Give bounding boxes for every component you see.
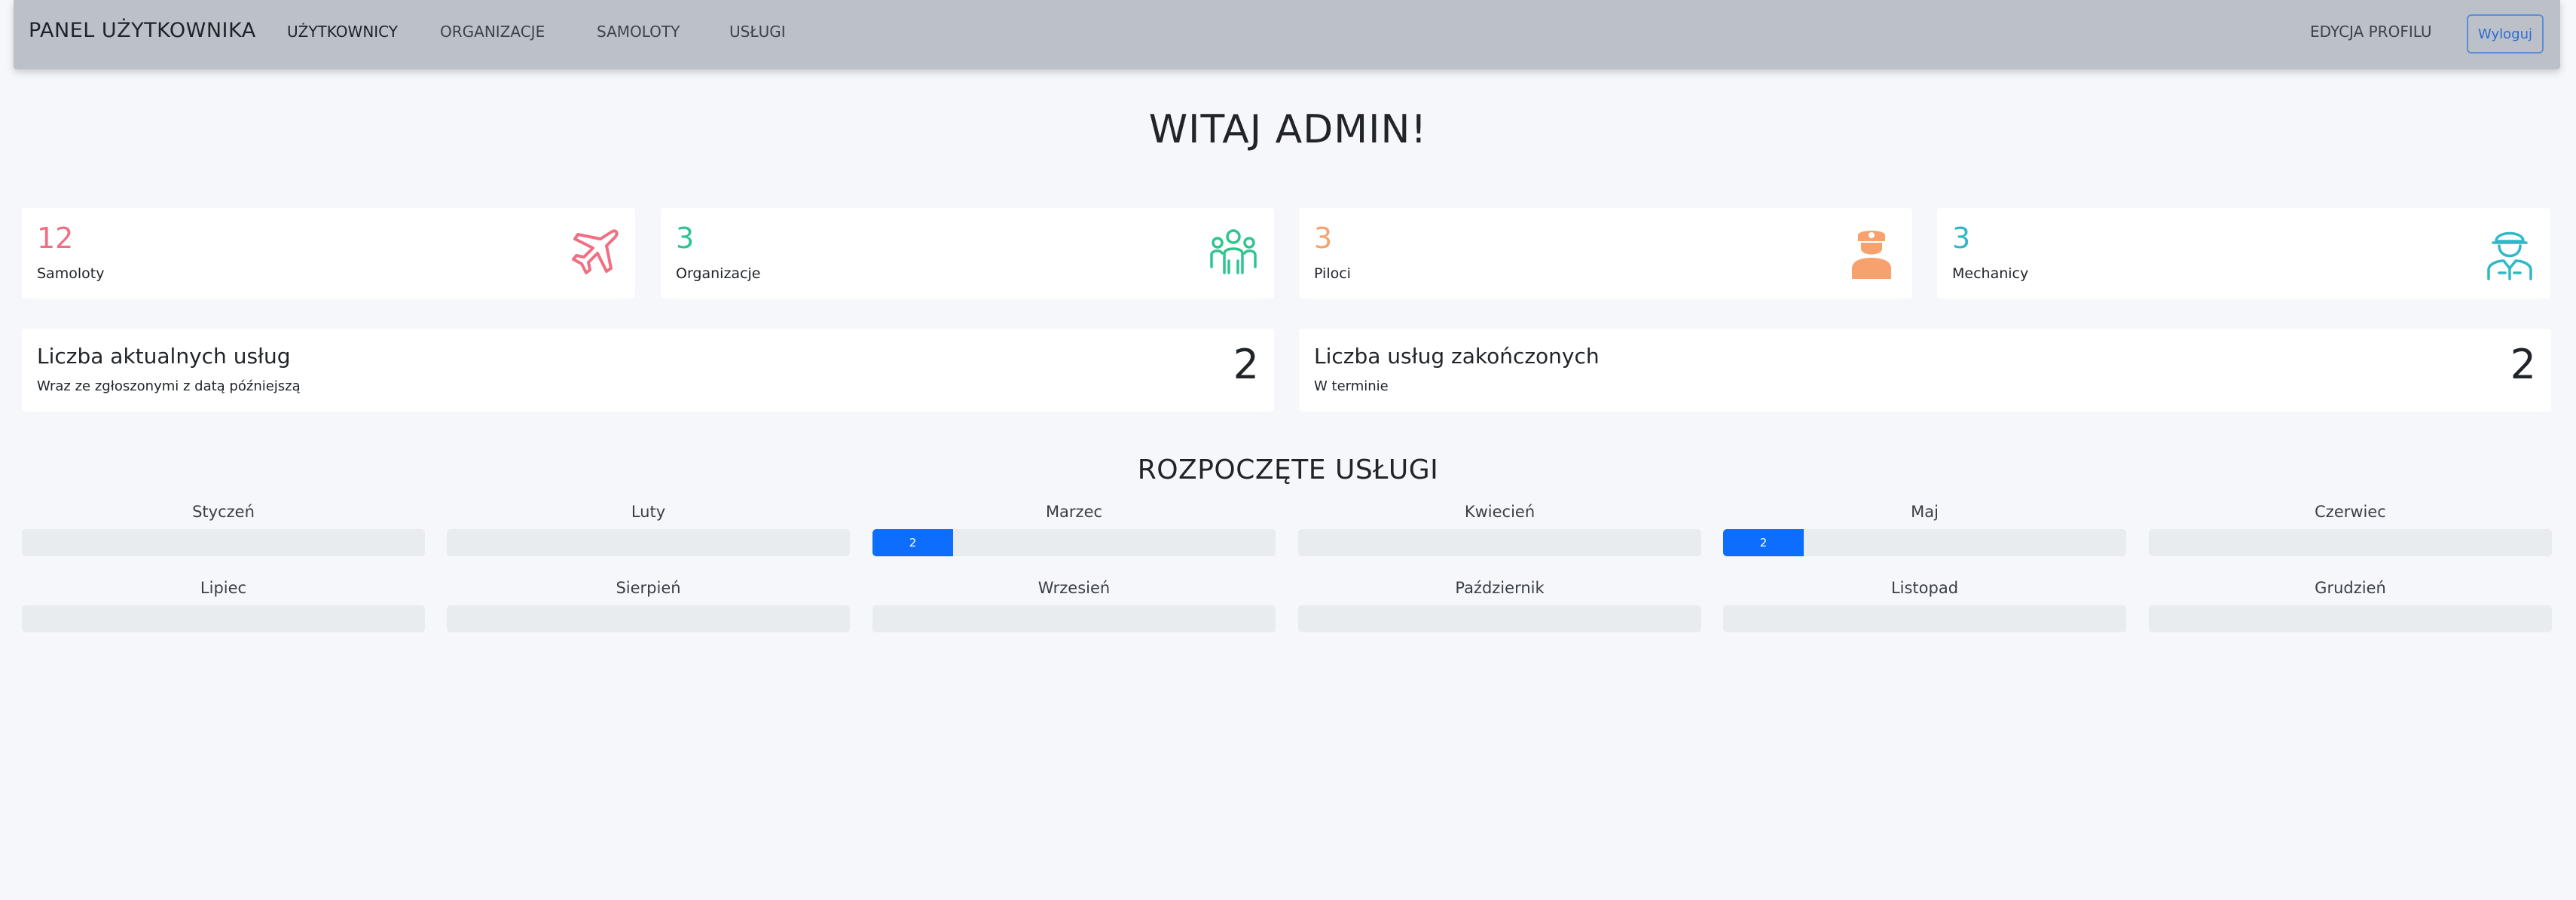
month-label: Sierpień — [616, 579, 681, 597]
month-august: Sierpień — [447, 577, 850, 632]
stat-value: 12 — [37, 222, 74, 255]
stat-label: Piloci — [1314, 265, 1351, 282]
month-label: Lipiec — [200, 579, 247, 597]
month-october: Październik — [1298, 577, 1701, 632]
stat-label: Mechanicy — [1952, 265, 2029, 282]
month-label: Luty — [631, 503, 666, 521]
progress-fill: 2 — [1723, 529, 1804, 556]
month-label: Grudzień — [2315, 579, 2386, 597]
month-january: Styczeń — [22, 501, 425, 556]
stat-card-pilots: 3 Piloci — [1299, 208, 1912, 298]
stat-card-mechanics: 3 Mechanicy — [1937, 208, 2550, 298]
pilot-icon — [1852, 231, 1891, 279]
month-september: Wrzesień — [872, 577, 1276, 632]
month-label: Marzec — [1045, 503, 1103, 521]
month-label: Styczeń — [192, 503, 255, 521]
month-progress-bar — [1298, 529, 1701, 556]
people-group-icon — [1210, 229, 1257, 274]
nav-link-planes[interactable]: SAMOLOTY — [597, 23, 680, 41]
month-june: Czerwiec — [2149, 501, 2552, 556]
month-progress-bar — [2149, 529, 2552, 556]
nav-link-organizations[interactable]: ORGANIZACJE — [440, 23, 545, 41]
nav-link-edit-profile[interactable]: EDYCJA PROFILU — [2310, 23, 2432, 41]
month-label: Kwiecień — [1464, 503, 1536, 521]
mechanic-icon — [2487, 231, 2532, 280]
month-label: Wrzesień — [1037, 579, 1111, 597]
month-february: Luty — [447, 501, 850, 556]
started-services-heading: ROZPOCZĘTE USŁUGI — [1137, 455, 1439, 485]
month-label: Maj — [1911, 503, 1939, 521]
month-may: Maj 2 — [1723, 501, 2126, 556]
stat-value: 3 — [676, 222, 695, 255]
summary-value: 2 — [1233, 341, 1259, 388]
welcome-heading: WITAJ ADMIN! — [1148, 107, 1428, 152]
month-july: Lipiec — [22, 577, 425, 632]
month-april: Kwiecień — [1298, 501, 1701, 556]
summary-card-completed-services: Liczba usług zakończonych W terminie 2 — [1299, 329, 2551, 412]
logout-button[interactable]: Wyloguj — [2467, 14, 2544, 54]
summary-card-current-services: Liczba aktualnych usług Wraz ze zgłoszon… — [22, 329, 1274, 412]
month-march: Marzec 2 — [872, 501, 1276, 556]
summary-subtitle: Wraz ze zgłoszonymi z datą późniejszą — [37, 378, 301, 394]
month-label: Październik — [1455, 579, 1545, 597]
stat-label: Samoloty — [37, 265, 105, 282]
month-progress-bar — [1298, 605, 1701, 632]
month-progress-bar — [447, 529, 850, 556]
top-navbar: PANEL UŻYTKOWNIKA UŻYTKOWNICY ORGANIZACJ… — [14, 0, 2560, 69]
summary-value: 2 — [2510, 341, 2536, 388]
month-november: Listopad — [1723, 577, 2126, 632]
month-progress-bar — [1723, 605, 2126, 632]
stat-value: 3 — [1952, 222, 1971, 255]
month-progress-bar — [22, 529, 425, 556]
nav-link-users[interactable]: UŻYTKOWNICY — [287, 23, 398, 41]
stat-card-planes: 12 Samoloty — [22, 208, 635, 298]
progress-fill: 2 — [872, 529, 953, 556]
month-progress-bar — [2149, 605, 2552, 632]
summary-title: Liczba aktualnych usług — [37, 344, 291, 369]
nav-link-services[interactable]: USŁUGI — [729, 23, 786, 41]
month-progress-bar: 2 — [872, 529, 1276, 556]
month-progress-bar — [22, 605, 425, 632]
month-progress-bar — [447, 605, 850, 632]
month-label: Czerwiec — [2315, 503, 2386, 521]
month-progress-bar: 2 — [1723, 529, 2126, 556]
month-december: Grudzień — [2149, 577, 2552, 632]
stat-value: 3 — [1314, 222, 1333, 255]
month-progress-bar — [872, 605, 1276, 632]
airplane-icon — [572, 229, 619, 274]
summary-subtitle: W terminie — [1314, 378, 1389, 394]
summary-title: Liczba usług zakończonych — [1314, 344, 1600, 369]
stat-label: Organizacje — [676, 265, 761, 282]
stat-card-organizations: 3 Organizacje — [661, 208, 1274, 298]
brand-title[interactable]: PANEL UŻYTKOWNIKA — [29, 19, 256, 42]
month-label: Listopad — [1890, 579, 1959, 597]
